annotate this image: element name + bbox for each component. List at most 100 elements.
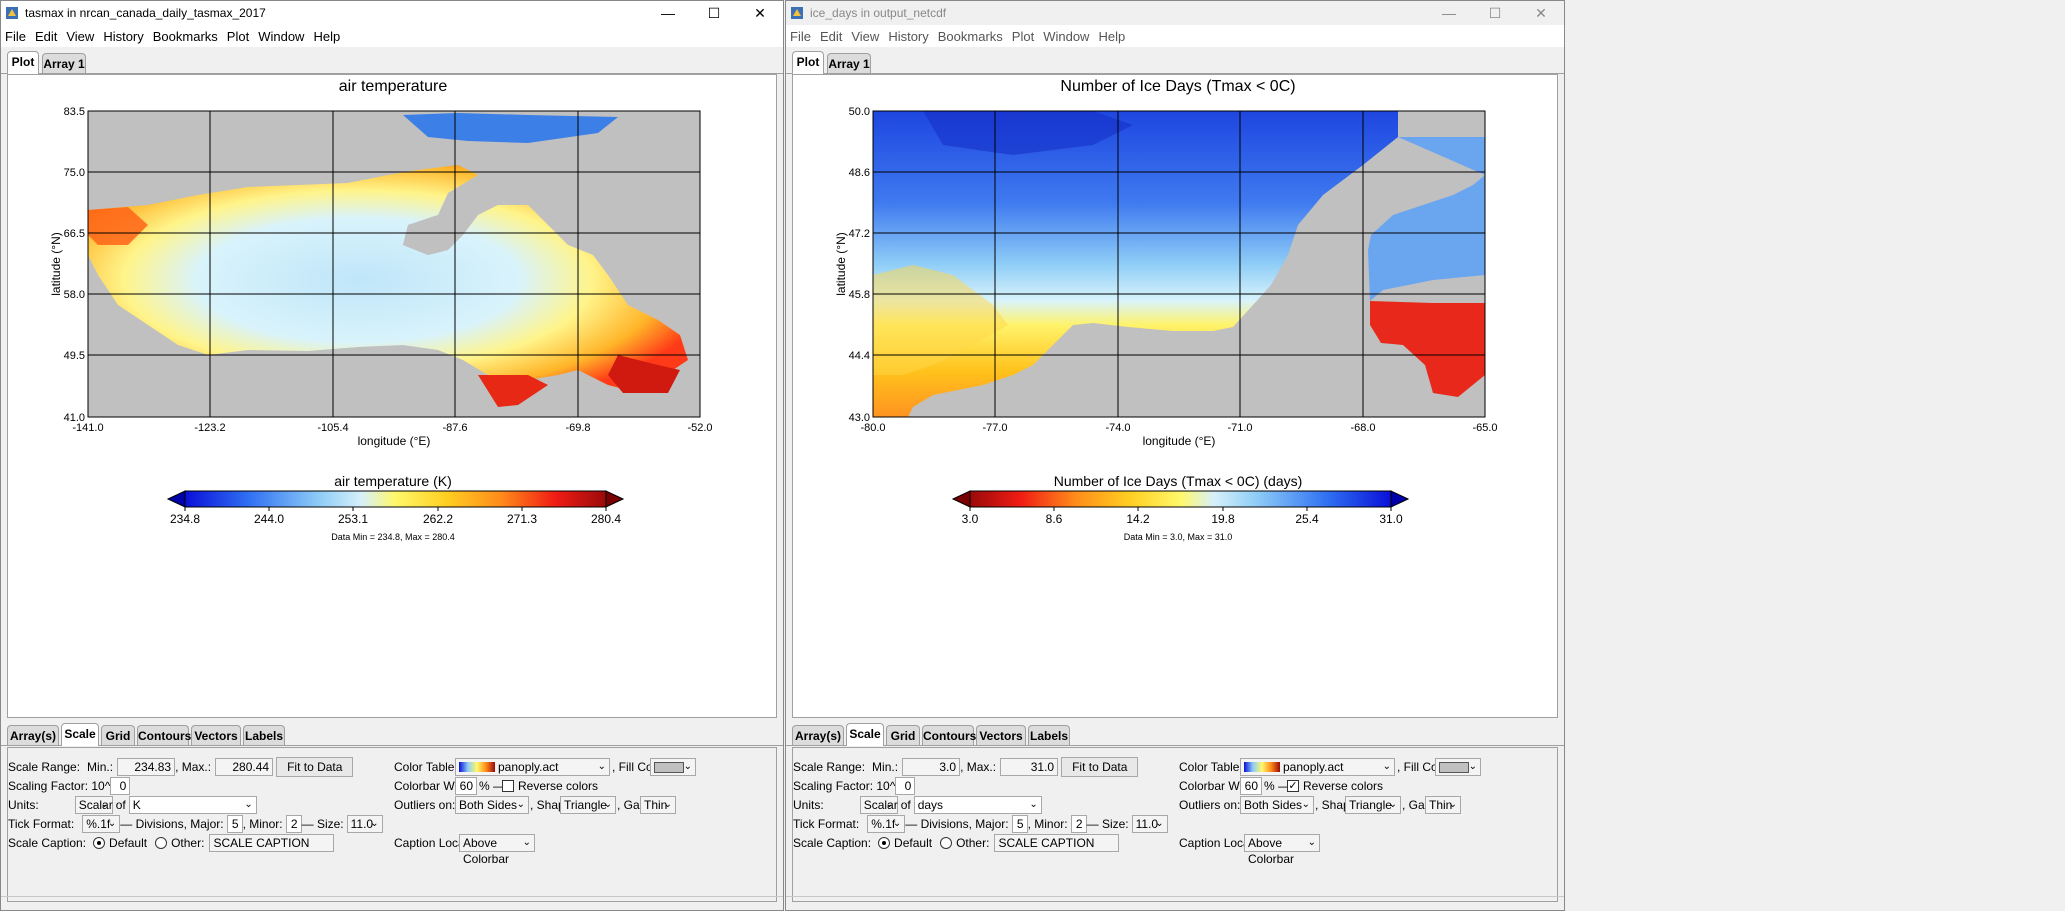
- menu-plot[interactable]: Plot: [1012, 29, 1034, 44]
- fit-to-data-button[interactable]: Fit to Data: [276, 757, 354, 777]
- maximize-icon[interactable]: ☐: [1472, 5, 1518, 22]
- tick-format-select[interactable]: %.1f ⌄: [867, 815, 906, 833]
- units-value: days: [917, 798, 944, 812]
- tab-arrays[interactable]: Array(s): [7, 725, 59, 745]
- caption-other-radio[interactable]: Other:: [155, 836, 204, 850]
- menu-plot[interactable]: Plot: [227, 29, 249, 44]
- menu-file[interactable]: File: [790, 29, 811, 44]
- caption-field[interactable]: SCALE CAPTION: [994, 834, 1120, 852]
- colorbar-width-field[interactable]: 60: [1240, 777, 1262, 795]
- units-type-select[interactable]: Scalar ⌄: [859, 796, 898, 814]
- scaling-factor-field[interactable]: 0: [110, 777, 131, 795]
- menu-edit[interactable]: Edit: [820, 29, 842, 44]
- tab-labels[interactable]: Labels: [1028, 725, 1070, 745]
- x-tick: -80.0: [860, 422, 885, 434]
- menu-history[interactable]: History: [888, 29, 928, 44]
- menu-bookmarks[interactable]: Bookmarks: [938, 29, 1003, 44]
- menu-help[interactable]: Help: [313, 29, 340, 44]
- other-label: Other:: [171, 836, 205, 850]
- minor-divisions-field[interactable]: 2: [1070, 815, 1087, 833]
- menu-view[interactable]: View: [851, 29, 879, 44]
- size-select[interactable]: 11.0 ⌄: [346, 815, 383, 833]
- tab-array-1[interactable]: Array 1: [827, 53, 871, 73]
- menu-window[interactable]: Window: [1043, 29, 1089, 44]
- units-type-select[interactable]: Scalar ⌄: [74, 796, 113, 814]
- close-icon[interactable]: ✕: [737, 5, 783, 22]
- reverse-colors-checkbox[interactable]: Reverse colors: [502, 779, 598, 793]
- x-tick: -87.6: [442, 422, 467, 434]
- gap-select[interactable]: Thin ⌄: [640, 796, 676, 814]
- tab-vectors[interactable]: Vectors: [191, 725, 241, 745]
- menu-view[interactable]: View: [66, 29, 94, 44]
- tab-array-1[interactable]: Array 1: [42, 53, 86, 73]
- maximize-icon[interactable]: ☐: [691, 5, 737, 22]
- tab-labels[interactable]: Labels: [243, 725, 285, 745]
- close-icon[interactable]: ✕: [1518, 5, 1564, 22]
- x-axis-label: longitude (°E): [358, 434, 431, 448]
- shape-select[interactable]: Triangle ⌄: [1345, 796, 1401, 814]
- tab-grid[interactable]: Grid: [886, 725, 920, 745]
- major-divisions-field[interactable]: 5: [1011, 815, 1028, 833]
- gap-select[interactable]: Thin ⌄: [1425, 796, 1461, 814]
- menu-window[interactable]: Window: [258, 29, 304, 44]
- tab-scale[interactable]: Scale: [61, 723, 99, 746]
- title-bar[interactable]: tasmax in nrcan_canada_daily_tasmax_2017…: [1, 1, 783, 25]
- scale-min-field[interactable]: 234.83: [117, 758, 176, 776]
- caption-location-select[interactable]: Above Colorbar ⌄: [1244, 834, 1320, 866]
- menu-file[interactable]: File: [5, 29, 26, 44]
- chevron-down-icon: ⌄: [683, 761, 692, 772]
- tab-contours[interactable]: Contours: [137, 725, 191, 745]
- minimize-icon[interactable]: —: [645, 5, 691, 21]
- minor-divisions-field[interactable]: 2: [285, 815, 302, 833]
- x-tick: -74.0: [1105, 422, 1130, 434]
- scale-min-field[interactable]: 3.0: [902, 758, 961, 776]
- tab-contours[interactable]: Contours: [922, 725, 976, 745]
- caption-other-radio[interactable]: Other:: [940, 836, 989, 850]
- tab-scale[interactable]: Scale: [846, 723, 884, 746]
- menu-help[interactable]: Help: [1098, 29, 1125, 44]
- units-value: K: [132, 798, 141, 812]
- caption-default-radio[interactable]: Default: [878, 836, 932, 850]
- fill-color-select[interactable]: ⌄: [650, 758, 696, 776]
- menu-edit[interactable]: Edit: [35, 29, 57, 44]
- title-bar[interactable]: ice_days in output_netcdf — ☐ ✕: [786, 1, 1564, 25]
- fit-to-data-button[interactable]: Fit to Data: [1061, 757, 1139, 777]
- caption-default-radio[interactable]: Default: [93, 836, 147, 850]
- caption-location-value: Above Colorbar: [463, 836, 510, 866]
- reverse-colors-checkbox[interactable]: ✓ Reverse colors: [1287, 779, 1383, 793]
- tab-arrays[interactable]: Array(s): [792, 725, 844, 745]
- colorbar-width-field[interactable]: 60: [455, 777, 477, 795]
- menu-bookmarks[interactable]: Bookmarks: [153, 29, 218, 44]
- color-table-select[interactable]: panoply.act ⌄: [455, 758, 610, 776]
- units-select[interactable]: days ⌄: [913, 796, 1042, 814]
- min-label: Min.:: [872, 760, 899, 774]
- colorbar-low-triangle: [166, 490, 186, 508]
- outliers-select[interactable]: Both Sides ⌄: [455, 796, 529, 814]
- color-table-select[interactable]: panoply.act ⌄: [1240, 758, 1395, 776]
- colorbar-tick: 234.8: [170, 512, 200, 526]
- fill-color-select[interactable]: ⌄: [1435, 758, 1481, 776]
- tab-plot[interactable]: Plot: [792, 51, 824, 74]
- tab-grid[interactable]: Grid: [101, 725, 135, 745]
- colorbar-high-triangle: [1390, 490, 1410, 508]
- units-select[interactable]: K ⌄: [128, 796, 257, 814]
- scale-max-field[interactable]: 31.0: [1000, 758, 1059, 776]
- tab-plot[interactable]: Plot: [7, 51, 39, 74]
- tab-vectors[interactable]: Vectors: [976, 725, 1026, 745]
- major-divisions-field[interactable]: 5: [226, 815, 243, 833]
- scaling-factor-field[interactable]: 0: [895, 777, 916, 795]
- shape-select[interactable]: Triangle ⌄: [560, 796, 616, 814]
- caption-field[interactable]: SCALE CAPTION: [209, 834, 335, 852]
- caption-location-select[interactable]: Above Colorbar ⌄: [459, 834, 535, 866]
- x-tick: -52.0: [687, 422, 712, 434]
- minimize-icon[interactable]: —: [1426, 5, 1472, 21]
- menu-history[interactable]: History: [103, 29, 143, 44]
- scale-caption-label: Scale Caption:: [793, 836, 872, 850]
- tick-format-select[interactable]: %.1f ⌄: [82, 815, 121, 833]
- outliers-value: Both Sides: [1244, 798, 1303, 812]
- color-table-label: Color Table:: [394, 760, 458, 774]
- size-select[interactable]: 11.0 ⌄: [1131, 815, 1168, 833]
- x-tick: -65.0: [1472, 422, 1497, 434]
- scale-max-field[interactable]: 280.44: [215, 758, 274, 776]
- outliers-select[interactable]: Both Sides ⌄: [1240, 796, 1314, 814]
